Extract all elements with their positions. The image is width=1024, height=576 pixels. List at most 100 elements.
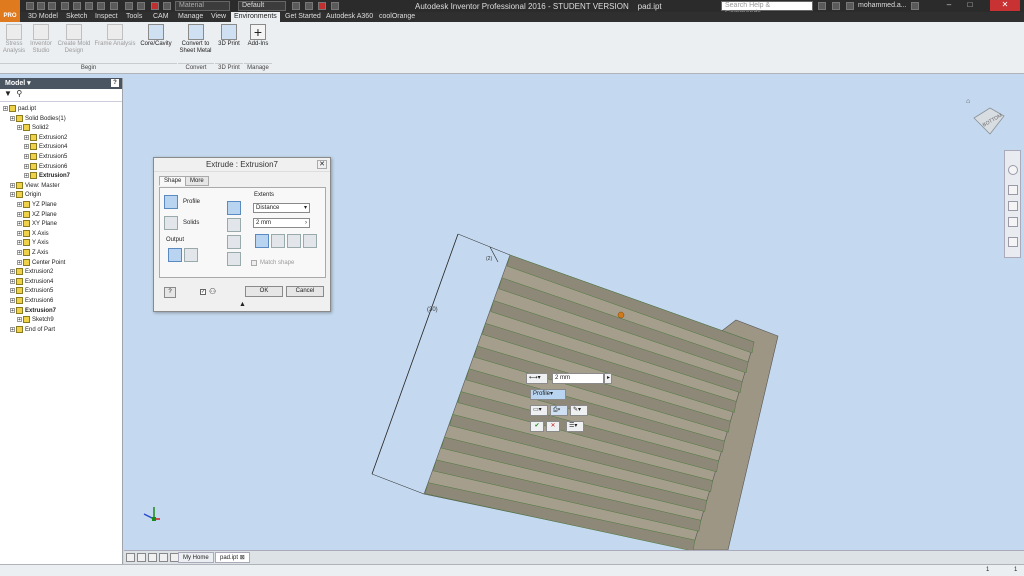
tab-my-home[interactable]: My Home xyxy=(178,552,214,563)
expand-toggle-icon[interactable]: + xyxy=(17,211,22,217)
new-icon[interactable] xyxy=(26,2,34,10)
tree-node[interactable]: + YZ Plane xyxy=(17,201,57,210)
browser-header[interactable]: Model ▾? xyxy=(0,78,122,89)
expand-toggle-icon[interactable]: + xyxy=(24,154,29,160)
open-icon[interactable] xyxy=(37,2,45,10)
tree-node[interactable]: + Extrusion4 xyxy=(24,143,67,152)
tree-node[interactable]: + Extrusion5 xyxy=(10,287,53,296)
tile-horizontal-icon[interactable] xyxy=(126,553,135,562)
update-icon[interactable] xyxy=(125,2,133,10)
mini-profile-button[interactable]: Profile▾ xyxy=(530,389,566,400)
expand-toggle-icon[interactable]: + xyxy=(10,115,15,121)
mini-menu-button[interactable]: ☰▾ xyxy=(566,421,584,432)
direction-asymmetric-button[interactable] xyxy=(303,234,317,248)
tree-node[interactable]: + XY Plane xyxy=(17,220,57,229)
tab-sketch[interactable]: Sketch xyxy=(66,13,87,20)
inventor-studio-button[interactable]: Inventor Studio xyxy=(28,24,54,55)
user-name[interactable]: mohammed.a... xyxy=(858,2,907,9)
mini-ok-button[interactable]: ✔ xyxy=(530,421,544,432)
expand-toggle-icon[interactable]: + xyxy=(17,240,22,246)
profile-select-button[interactable] xyxy=(164,195,178,209)
mini-output-button[interactable]: ▭▾ xyxy=(530,405,548,416)
mini-operation-button[interactable]: ✎▾ xyxy=(570,405,588,416)
tab-coolorange[interactable]: coolOrange xyxy=(379,13,415,20)
tab-pad-ipt[interactable]: pad.ipt ⊠ xyxy=(215,552,250,563)
tree-node[interactable]: + Sketch9 xyxy=(17,316,54,325)
convert-sheet-metal-button[interactable]: Convert to Sheet Metal xyxy=(178,24,213,55)
expand-toggle-icon[interactable]: + xyxy=(3,106,8,112)
redo-icon[interactable] xyxy=(73,2,81,10)
expand-toggle-icon[interactable]: + xyxy=(10,278,15,284)
tile-vertical-icon[interactable] xyxy=(137,553,146,562)
binoculars-icon[interactable] xyxy=(818,2,826,10)
tree-node[interactable]: + XZ Plane xyxy=(17,210,57,220)
tab-3d-model[interactable]: 3D Model xyxy=(28,13,58,20)
print-icon[interactable] xyxy=(97,2,105,10)
tree-node[interactable]: + pad.ipt xyxy=(3,105,36,114)
close-tab-icon[interactable]: ⊠ xyxy=(240,555,245,561)
direction-symmetric-button[interactable] xyxy=(287,234,301,248)
mini-distance-field[interactable]: 2 mm xyxy=(552,373,604,384)
tree-node[interactable]: + Extrusion6 xyxy=(10,297,53,306)
maximize-button[interactable]: □ xyxy=(961,0,979,10)
expand-toggle-icon[interactable]: + xyxy=(17,230,22,236)
undo-icon[interactable] xyxy=(61,2,69,10)
tree-node[interactable]: + Solid Bodies(1) xyxy=(10,114,66,124)
pan-icon[interactable] xyxy=(1008,185,1018,195)
color-override-icon[interactable] xyxy=(163,2,171,10)
preview-checkbox[interactable]: ✓ xyxy=(200,289,206,295)
zoom-icon[interactable] xyxy=(1008,201,1018,211)
dialog-help-button[interactable]: ? xyxy=(164,287,176,298)
dialog-close-button[interactable]: ✕ xyxy=(317,160,327,169)
mini-cancel-button[interactable]: ✕ xyxy=(546,421,560,432)
3d-print-button[interactable]: 3D Print xyxy=(216,24,242,48)
tree-node[interactable]: + Extrusion2 xyxy=(24,133,67,143)
appearance-select[interactable]: Default xyxy=(238,1,286,11)
expand-toggle-icon[interactable]: + xyxy=(10,182,15,188)
tree-node[interactable]: + Origin xyxy=(10,191,41,200)
expand-toggle-icon[interactable]: + xyxy=(24,134,29,140)
tree-node[interactable]: + End of Part xyxy=(10,325,55,335)
tree-node[interactable]: + Extrusion7 xyxy=(10,306,56,316)
tree-node[interactable]: + Extrusion4 xyxy=(10,277,53,287)
tab-autodesk-a360[interactable]: Autodesk A360 xyxy=(326,13,373,20)
model-view[interactable]: (30) (2) xyxy=(124,74,1024,550)
expand-toggle-icon[interactable]: + xyxy=(10,307,15,313)
find-icon[interactable]: ⚲ xyxy=(16,89,22,98)
expand-toggle-icon[interactable]: + xyxy=(10,288,15,294)
search-input[interactable]: Search Help & Commands... xyxy=(721,1,813,17)
tab-tools[interactable]: Tools xyxy=(126,13,142,20)
intersect-button[interactable] xyxy=(227,235,241,249)
tree-node[interactable]: + Y Axis xyxy=(17,239,49,248)
expand-toggle-icon[interactable]: + xyxy=(24,173,29,179)
graphics-window[interactable]: (30) (2) ⟷▾ 2 mm ▸ Profile▾ ▭▾ ⎙▾ ✎▾ ✔ ✕… xyxy=(124,74,1024,550)
join-button[interactable] xyxy=(227,201,241,215)
tree-node[interactable]: + X Axis xyxy=(17,229,49,239)
tab-shape[interactable]: Shape xyxy=(159,176,187,186)
tree-node[interactable]: + Extrusion2 xyxy=(10,268,53,277)
steering-wheel-icon[interactable] xyxy=(1008,165,1018,175)
clear-icon[interactable] xyxy=(305,2,313,10)
app-logo[interactable]: PRO xyxy=(0,0,20,22)
match-shape-checkbox[interactable] xyxy=(251,260,257,266)
orbit-icon[interactable] xyxy=(1008,217,1018,227)
output-solid-button[interactable] xyxy=(168,248,182,262)
viewcube[interactable]: BOTTOM ⌂ xyxy=(966,98,1006,136)
create-mold-design-button[interactable]: Create Mold Design xyxy=(55,24,93,55)
mini-direction-button[interactable]: ⎙▾ xyxy=(550,405,568,416)
expand-toggle-icon[interactable]: + xyxy=(10,298,15,304)
add-icon[interactable] xyxy=(318,2,326,10)
tab-manage[interactable]: Manage xyxy=(178,13,203,20)
tree-node[interactable]: + View: Master xyxy=(10,181,60,191)
help-icon[interactable] xyxy=(911,2,919,10)
tab-get-started[interactable]: Get Started xyxy=(285,13,321,20)
viewcube-home-icon[interactable]: ⌂ xyxy=(966,98,970,105)
material-select[interactable]: Material xyxy=(175,1,230,11)
select-icon[interactable] xyxy=(110,2,118,10)
direction-default-button[interactable] xyxy=(255,234,269,248)
expand-toggle-icon[interactable]: + xyxy=(10,192,15,198)
close-button[interactable]: ✕ xyxy=(990,0,1020,11)
user-icon[interactable] xyxy=(846,2,854,10)
save-icon[interactable] xyxy=(48,2,56,10)
tab-cam[interactable]: CAM xyxy=(153,13,169,20)
